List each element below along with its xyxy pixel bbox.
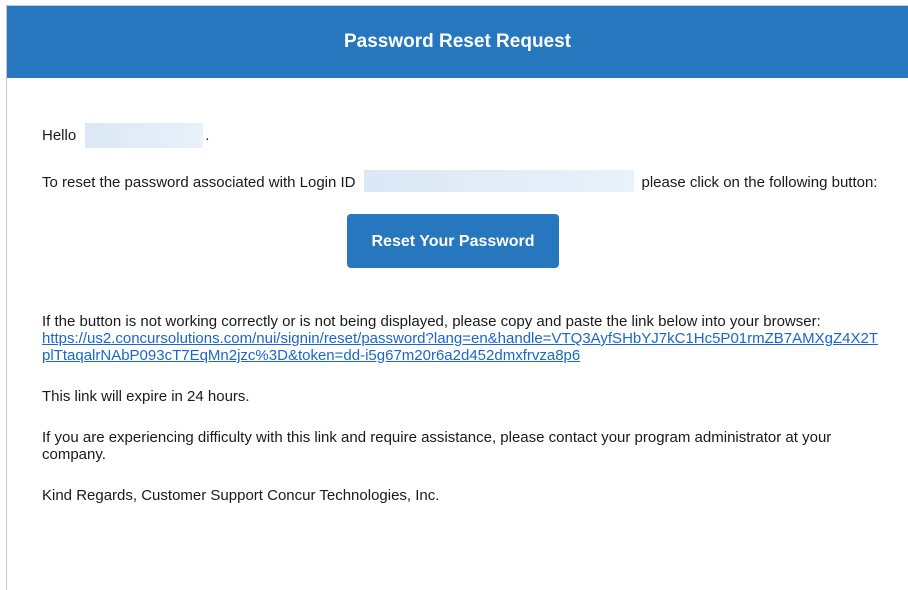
page-title: Password Reset Request (343, 31, 572, 52)
redacted-login-id (363, 170, 634, 192)
email-body: Password Reset Request Hello . To reset … (6, 5, 908, 590)
reset-button-container: Reset Your Password (42, 214, 880, 268)
help-notice: If you are experiencing difficulty with … (42, 429, 832, 463)
fallback-instruction: If the button is not working correctly o… (42, 313, 880, 364)
signoff: Kind Regards, Customer Support Concur Te… (42, 487, 440, 504)
greeting-punctuation: . (205, 127, 210, 144)
expiry-notice: This link will expire in 24 hours. (42, 388, 250, 405)
reset-instruction-prefix: To reset the password associated with Lo… (42, 174, 356, 191)
fallback-text: If the button is not working correctly o… (42, 313, 821, 330)
reset-password-link[interactable]: https://us2.concursolutions.com/nui/sign… (42, 330, 878, 364)
redacted-user-name (85, 123, 204, 148)
email-header: Password Reset Request (7, 6, 908, 78)
reset-instruction: To reset the password associated with Lo… (42, 170, 880, 192)
greeting-text: Hello (42, 127, 77, 144)
reset-instruction-suffix: please click on the following button: (641, 174, 878, 191)
reset-password-button[interactable]: Reset Your Password (347, 214, 559, 268)
reset-password-button-label: Reset Your Password (371, 232, 535, 250)
email-content: Hello . To reset the password associated… (7, 123, 908, 504)
greeting-line: Hello . (42, 123, 880, 148)
